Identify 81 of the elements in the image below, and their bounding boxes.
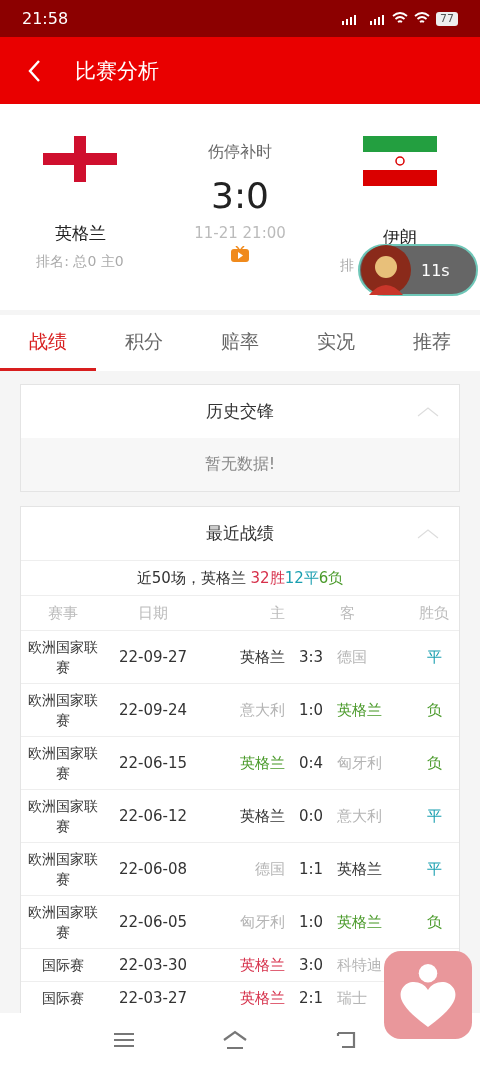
empty-message: 暂无数据!	[204, 454, 276, 475]
tab[interactable]: 推荐	[384, 315, 480, 371]
table-cell-text: 0:0	[297, 807, 325, 825]
tab[interactable]: 实况	[288, 315, 384, 371]
table-cell-text: 英格兰	[239, 753, 285, 773]
record-summary: 近50场，英格兰 32胜12平6负	[136, 568, 344, 588]
countdown-text: 11s	[421, 260, 450, 280]
cross-flag-icon	[43, 136, 117, 182]
table-cell-text: 欧洲国家联赛	[27, 638, 99, 677]
table-cell-text: 平	[425, 647, 443, 667]
table-cell-text: 英格兰	[239, 955, 285, 975]
column-header: 日期	[137, 603, 169, 623]
wifi-icon	[414, 12, 430, 25]
team-rank: 排	[339, 257, 354, 275]
tv-icon[interactable]	[231, 246, 249, 262]
table-cell-text: 1:0	[297, 913, 325, 931]
table-cell-text: 22-06-08	[117, 860, 189, 878]
table-cell-text: 22-06-12	[117, 807, 189, 825]
back-icon[interactable]	[27, 58, 41, 83]
table-cell-text: 欧洲国家联赛	[27, 691, 99, 730]
section-title: 最近战绩	[206, 522, 274, 545]
home-icon[interactable]	[222, 1030, 248, 1050]
table-cell-text: 英格兰	[337, 700, 383, 720]
battery-indicator: 77	[436, 11, 458, 26]
clock: 21:58	[22, 9, 69, 28]
table-cell-text: 3:3	[297, 648, 325, 666]
team-rank: 排名: 总0 主0	[36, 253, 124, 271]
table-cell-text: 英格兰	[239, 988, 285, 1008]
column-header: 主	[269, 603, 285, 623]
table-cell-text: 匈牙利	[337, 753, 383, 773]
table-cell-text: 负	[425, 912, 443, 932]
table-cell-text: 0:4	[297, 754, 325, 772]
table-cell-text: 欧洲国家联赛	[27, 903, 99, 942]
wifi-icon	[392, 12, 408, 25]
table-cell-text: 意大利	[337, 806, 383, 826]
table-cell-text: 德国	[337, 647, 368, 667]
match-status: 伤停补时	[208, 142, 272, 163]
table-cell-text: 22-09-24	[117, 701, 189, 719]
team-name: 英格兰	[54, 222, 106, 245]
table-cell-text: 欧洲国家联赛	[27, 797, 99, 836]
table-cell-text: 平	[425, 859, 443, 879]
table-cell-text: 22-06-15	[117, 754, 189, 772]
table-cell-text: 负	[425, 753, 443, 773]
table-cell-text: 欧洲国家联赛	[27, 744, 99, 783]
table-cell-text: 英格兰	[239, 647, 285, 667]
table-cell-text: 瑞士	[337, 988, 368, 1008]
tricolor-flag-icon	[363, 136, 437, 186]
back-icon[interactable]	[336, 1031, 356, 1049]
page-title: 比赛分析	[75, 57, 159, 85]
table-cell-text: 22-09-27	[117, 648, 189, 666]
table-cell-text: 负	[425, 700, 443, 720]
tab[interactable]: 赔率	[192, 315, 288, 371]
table-cell-text: 1:0	[297, 701, 325, 719]
section-title: 历史交锋	[206, 400, 274, 423]
table-cell-text: 德国	[254, 859, 285, 879]
table-cell-text: 匈牙利	[239, 912, 285, 932]
table-cell-text: 英格兰	[337, 912, 383, 932]
table-cell-text: 2:1	[297, 989, 325, 1007]
match-time: 11-21 21:00	[194, 224, 286, 242]
table-cell-text: 1:1	[297, 860, 325, 878]
table-cell-text: 国际赛	[41, 956, 85, 975]
menu-icon[interactable]	[114, 1032, 134, 1048]
table-cell-text: 平	[425, 806, 443, 826]
table-cell-text: 意大利	[239, 700, 285, 720]
table-cell-text: 英格兰	[337, 859, 383, 879]
table-cell-text: 3:0	[297, 956, 325, 974]
column-header: 赛事	[47, 603, 79, 623]
floating-timer-bubble[interactable]: 11s	[358, 244, 478, 296]
column-header: 客	[338, 603, 356, 623]
tab[interactable]: 积分	[96, 315, 192, 371]
table-cell-text: 22-03-30	[117, 956, 189, 974]
table-cell-text: 22-03-27	[117, 989, 189, 1007]
table-cell-text: 国际赛	[41, 989, 85, 1008]
column-header: 胜负	[418, 603, 450, 623]
match-score: 3:0	[211, 175, 269, 216]
tab[interactable]: 战绩	[0, 315, 96, 371]
table-cell-text: 22-06-05	[117, 913, 189, 931]
table-cell-text: 英格兰	[239, 806, 285, 826]
table-cell-text: 科特迪	[337, 955, 383, 975]
avatar-icon	[361, 245, 411, 295]
table-cell-text: 欧洲国家联赛	[27, 850, 99, 889]
